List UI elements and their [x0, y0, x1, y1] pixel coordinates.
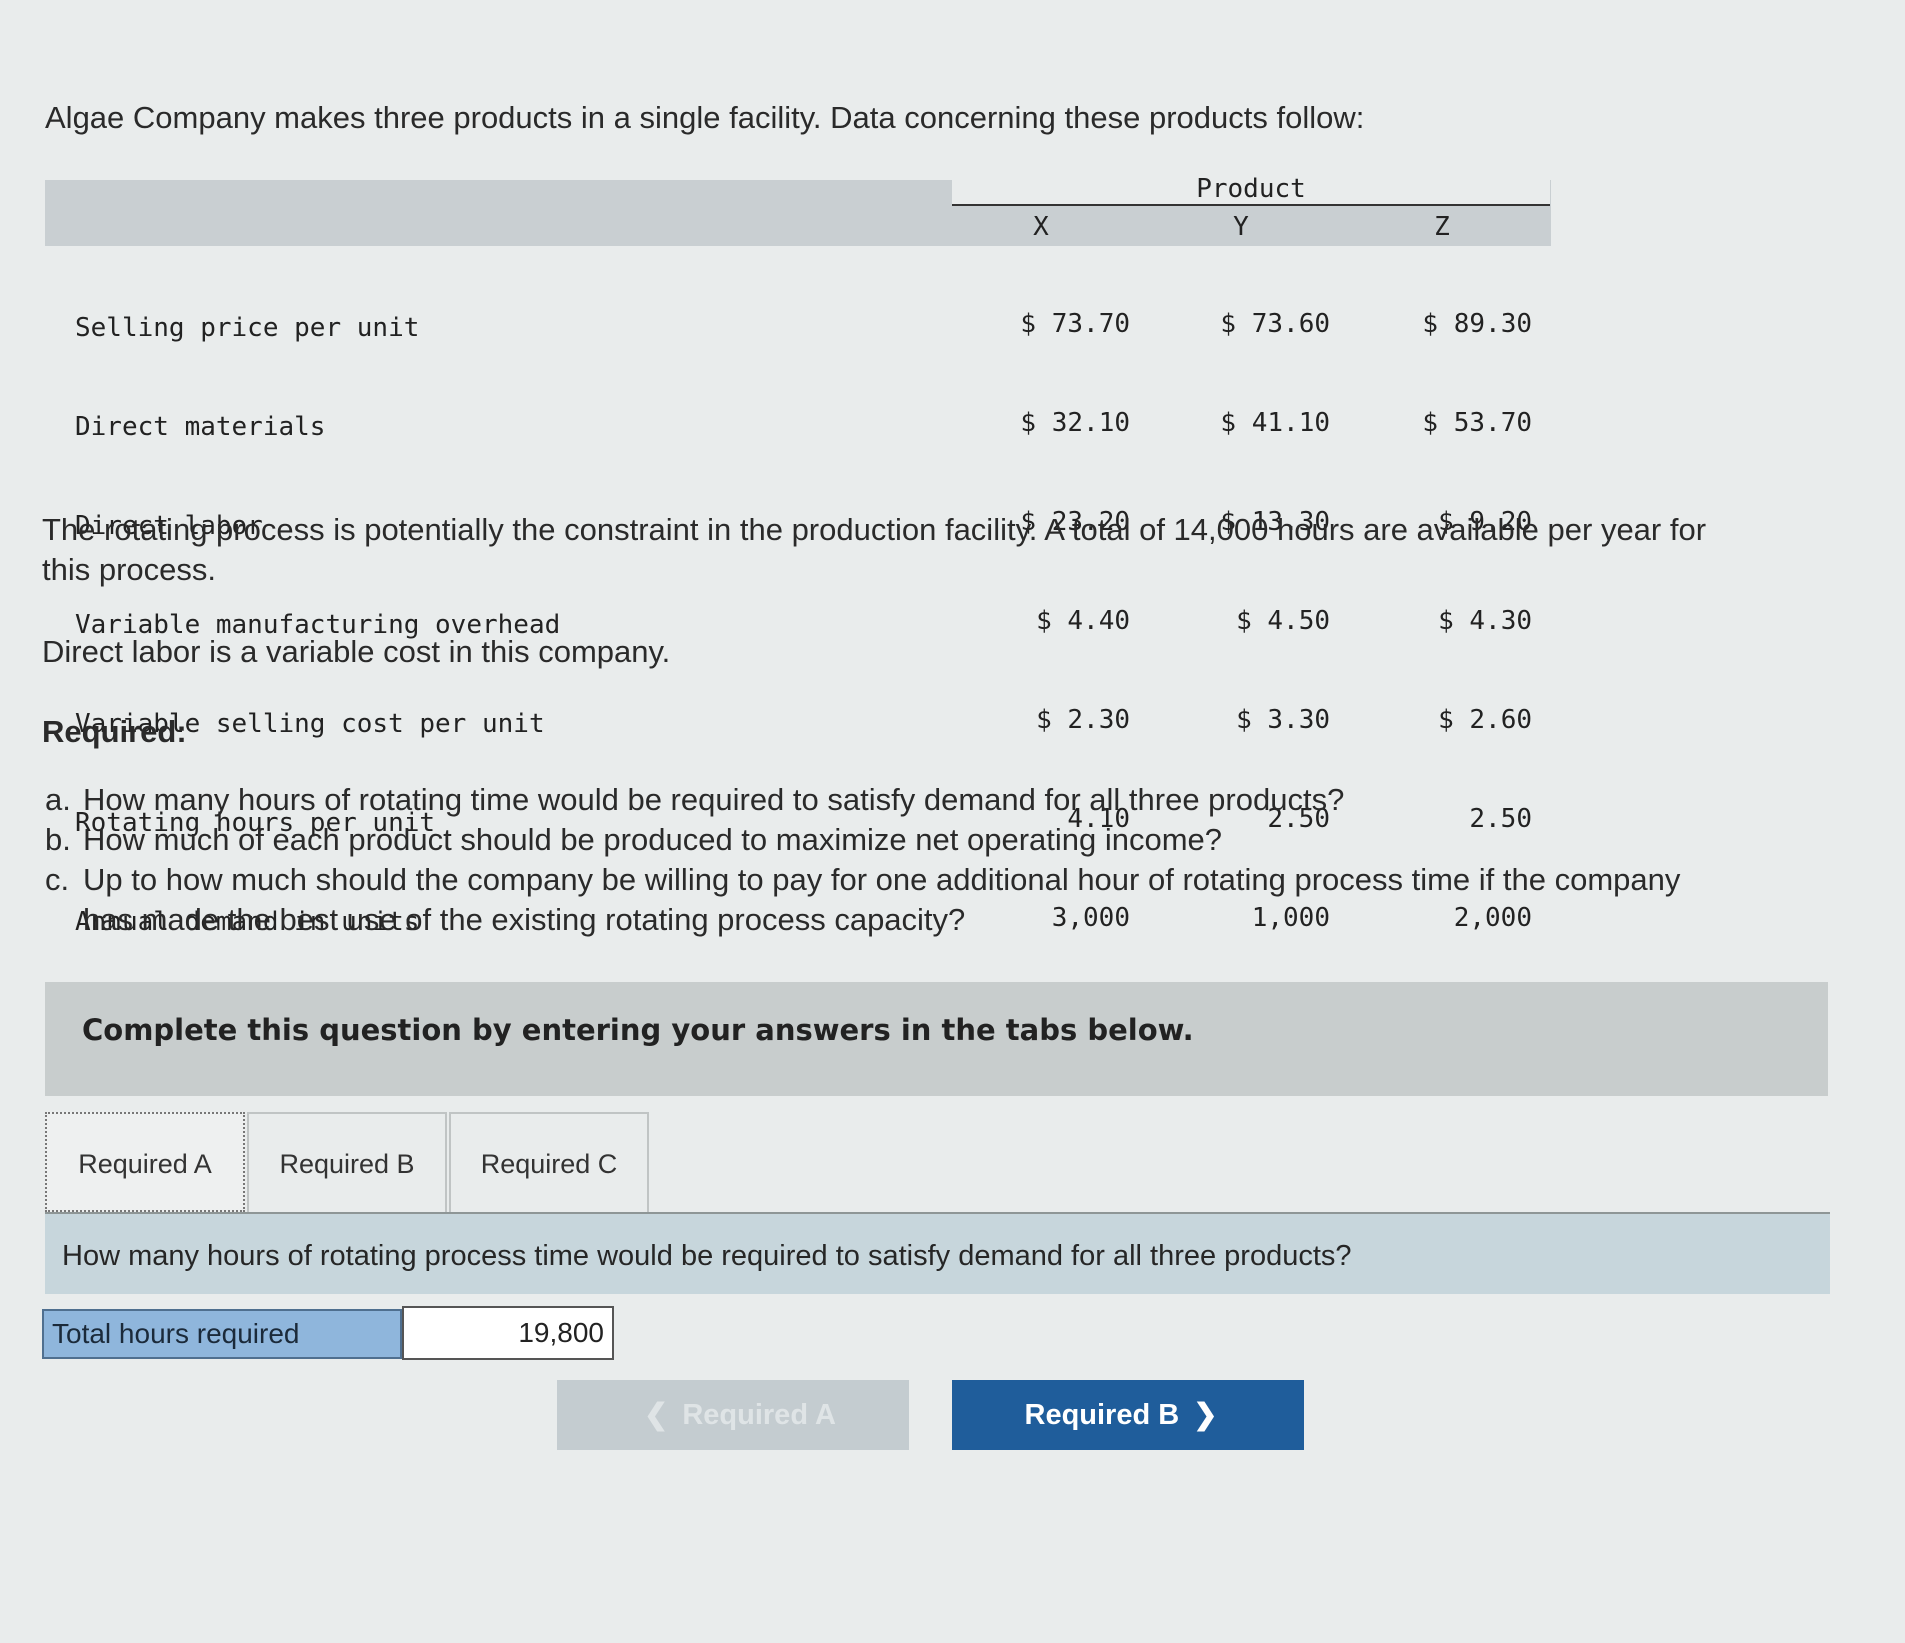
- tab-required-b[interactable]: Required B: [247, 1112, 447, 1212]
- list-item: b. How much of each product should be pr…: [45, 820, 1705, 860]
- column-header-z: Z: [1434, 212, 1450, 242]
- instructions-text: Complete this question by entering your …: [82, 1013, 1194, 1047]
- table-row-label: Selling price per unit: [75, 313, 420, 343]
- active-question-text: How many hours of rotating process time …: [62, 1240, 1352, 1272]
- question-text: How many hours of rotating time would be…: [83, 782, 1345, 817]
- table-cell: $ 3.30: [1236, 705, 1330, 735]
- question-text: How much of each product should be produ…: [83, 822, 1223, 857]
- table-cell: $ 2.30: [1036, 705, 1130, 735]
- list-item: c. Up to how much should the company be …: [45, 860, 1705, 940]
- question-letter: c.: [45, 862, 70, 897]
- question-letter: a.: [45, 782, 71, 817]
- table-cell: $ 89.30: [1422, 309, 1532, 339]
- total-hours-input[interactable]: 19,800: [402, 1306, 614, 1360]
- intro-text: Algae Company makes three products in a …: [45, 100, 1365, 135]
- table-cell: $ 2.60: [1438, 705, 1532, 735]
- prev-button[interactable]: ❮ Required A: [557, 1380, 909, 1450]
- answer-label: Total hours required: [42, 1309, 402, 1359]
- labor-text: Direct labor is a variable cost in this …: [42, 634, 671, 669]
- chevron-left-icon: ❮: [644, 1399, 669, 1431]
- list-item: a. How many hours of rotating time would…: [45, 780, 1705, 820]
- table-cell: $ 32.10: [1020, 408, 1130, 438]
- product-header-rule: [952, 204, 1550, 206]
- table-cell: $ 41.10: [1220, 408, 1330, 438]
- table-row-label: Direct materials: [75, 412, 326, 442]
- table-cell: $ 4.50: [1236, 606, 1330, 636]
- next-button[interactable]: Required B ❯: [952, 1380, 1304, 1450]
- prev-button-label: Required A: [682, 1399, 836, 1431]
- table-cell: $ 53.70: [1422, 408, 1532, 438]
- tab-required-c[interactable]: Required C: [449, 1112, 649, 1212]
- question-letter: b.: [45, 822, 71, 857]
- table-cell: $ 4.30: [1438, 606, 1532, 636]
- question-list: a. How many hours of rotating time would…: [45, 780, 1705, 940]
- question-text: Up to how much should the company be wil…: [83, 862, 1681, 937]
- constraint-text: The rotating process is potentially the …: [42, 512, 1707, 587]
- table-cell: $ 73.60: [1220, 309, 1330, 339]
- tab-required-a[interactable]: Required A: [45, 1112, 245, 1212]
- table-cell: $ 73.70: [1020, 309, 1130, 339]
- required-heading: Required:: [42, 714, 187, 749]
- product-group-header: Product: [1196, 174, 1306, 204]
- table-cell: $ 4.40: [1036, 606, 1130, 636]
- column-header-x: X: [1033, 212, 1049, 242]
- chevron-right-icon: ❯: [1193, 1399, 1218, 1431]
- next-button-label: Required B: [1024, 1399, 1180, 1431]
- column-header-y: Y: [1233, 212, 1249, 242]
